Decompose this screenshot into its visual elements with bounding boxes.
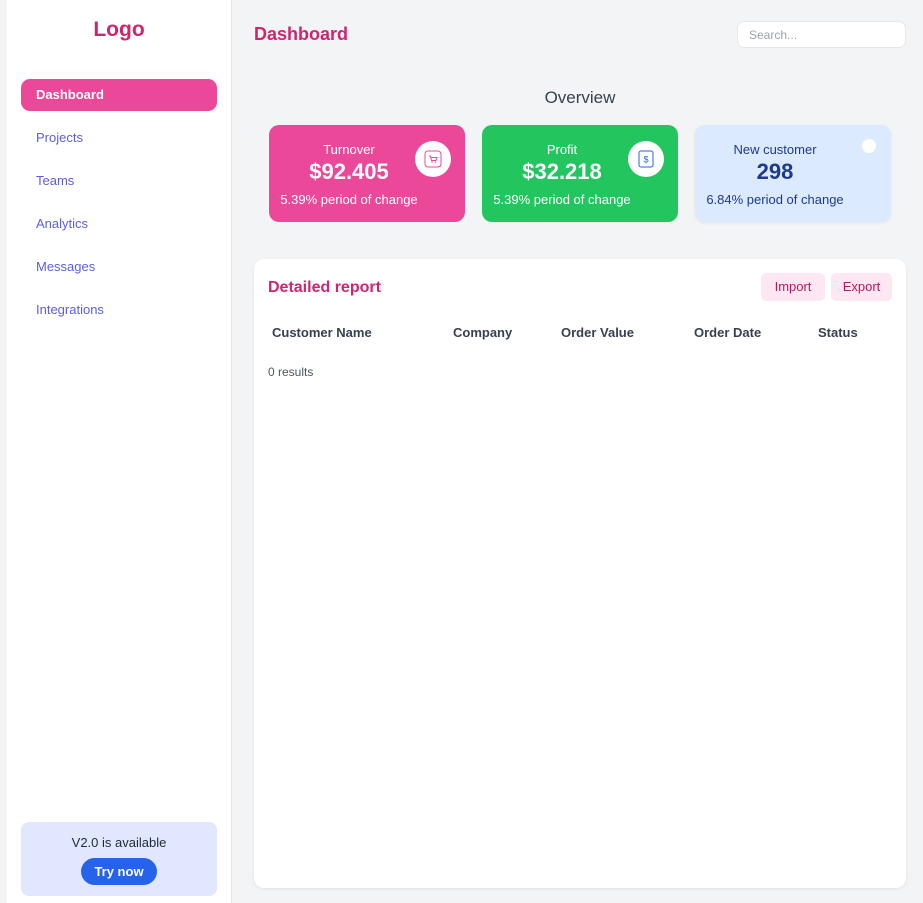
- new-customer-card: New customer 298 6.84% period of change: [695, 125, 891, 222]
- promo-text: V2.0 is available: [71, 835, 167, 850]
- card-value: $32.218: [522, 159, 602, 184]
- export-button[interactable]: Export: [831, 273, 892, 301]
- card-change: 6.84% period of change: [706, 192, 844, 207]
- upgrade-promo: V2.0 is available Try now: [21, 822, 217, 896]
- import-button[interactable]: Import: [761, 273, 825, 301]
- sidebar: Logo Dashboard Projects Teams Analytics …: [0, 0, 232, 903]
- sidebar-item-messages[interactable]: Messages: [21, 251, 217, 283]
- card-value: $92.405: [309, 159, 389, 184]
- sidebar-item-integrations[interactable]: Integrations: [21, 294, 217, 326]
- overview-title: Overview: [544, 88, 616, 107]
- sidebar-item-projects[interactable]: Projects: [21, 122, 217, 154]
- card-change: 5.39% period of change: [493, 192, 631, 207]
- results-count: 0 results: [268, 365, 314, 379]
- report-title: Detailed report: [268, 279, 381, 296]
- column-header-order-date[interactable]: Order Date: [694, 325, 761, 340]
- cart-icon: [415, 141, 451, 177]
- sidebar-nav: Dashboard Projects Teams Analytics Messa…: [21, 79, 217, 337]
- column-header-status[interactable]: Status: [818, 325, 858, 340]
- page-title: Dashboard: [254, 24, 349, 44]
- sidebar-item-analytics[interactable]: Analytics: [21, 208, 217, 240]
- column-header-order-value[interactable]: Order Value: [561, 325, 634, 340]
- column-header-company[interactable]: Company: [453, 325, 512, 340]
- turnover-card: Turnover $92.405 5.39% period of change: [269, 125, 465, 222]
- card-value: 298: [756, 159, 794, 184]
- sidebar-item-teams[interactable]: Teams: [21, 165, 217, 197]
- column-header-customer-name[interactable]: Customer Name: [272, 325, 372, 340]
- card-label: Profit: [546, 142, 578, 157]
- card-label: Turnover: [323, 142, 375, 157]
- profit-card: Profit $32.218 5.39% period of change $: [482, 125, 678, 222]
- try-now-button[interactable]: Try now: [81, 858, 157, 885]
- detailed-report-panel: Detailed report Import Export Customer N…: [254, 259, 906, 888]
- circle-icon: [862, 139, 876, 153]
- card-change: 5.39% period of change: [280, 192, 418, 207]
- search-input[interactable]: [737, 21, 906, 48]
- svg-text:$: $: [643, 155, 648, 165]
- dollar-icon: $: [628, 141, 664, 177]
- logo[interactable]: Logo: [7, 18, 231, 42]
- sidebar-item-dashboard[interactable]: Dashboard: [21, 79, 217, 111]
- card-label: New customer: [733, 142, 817, 157]
